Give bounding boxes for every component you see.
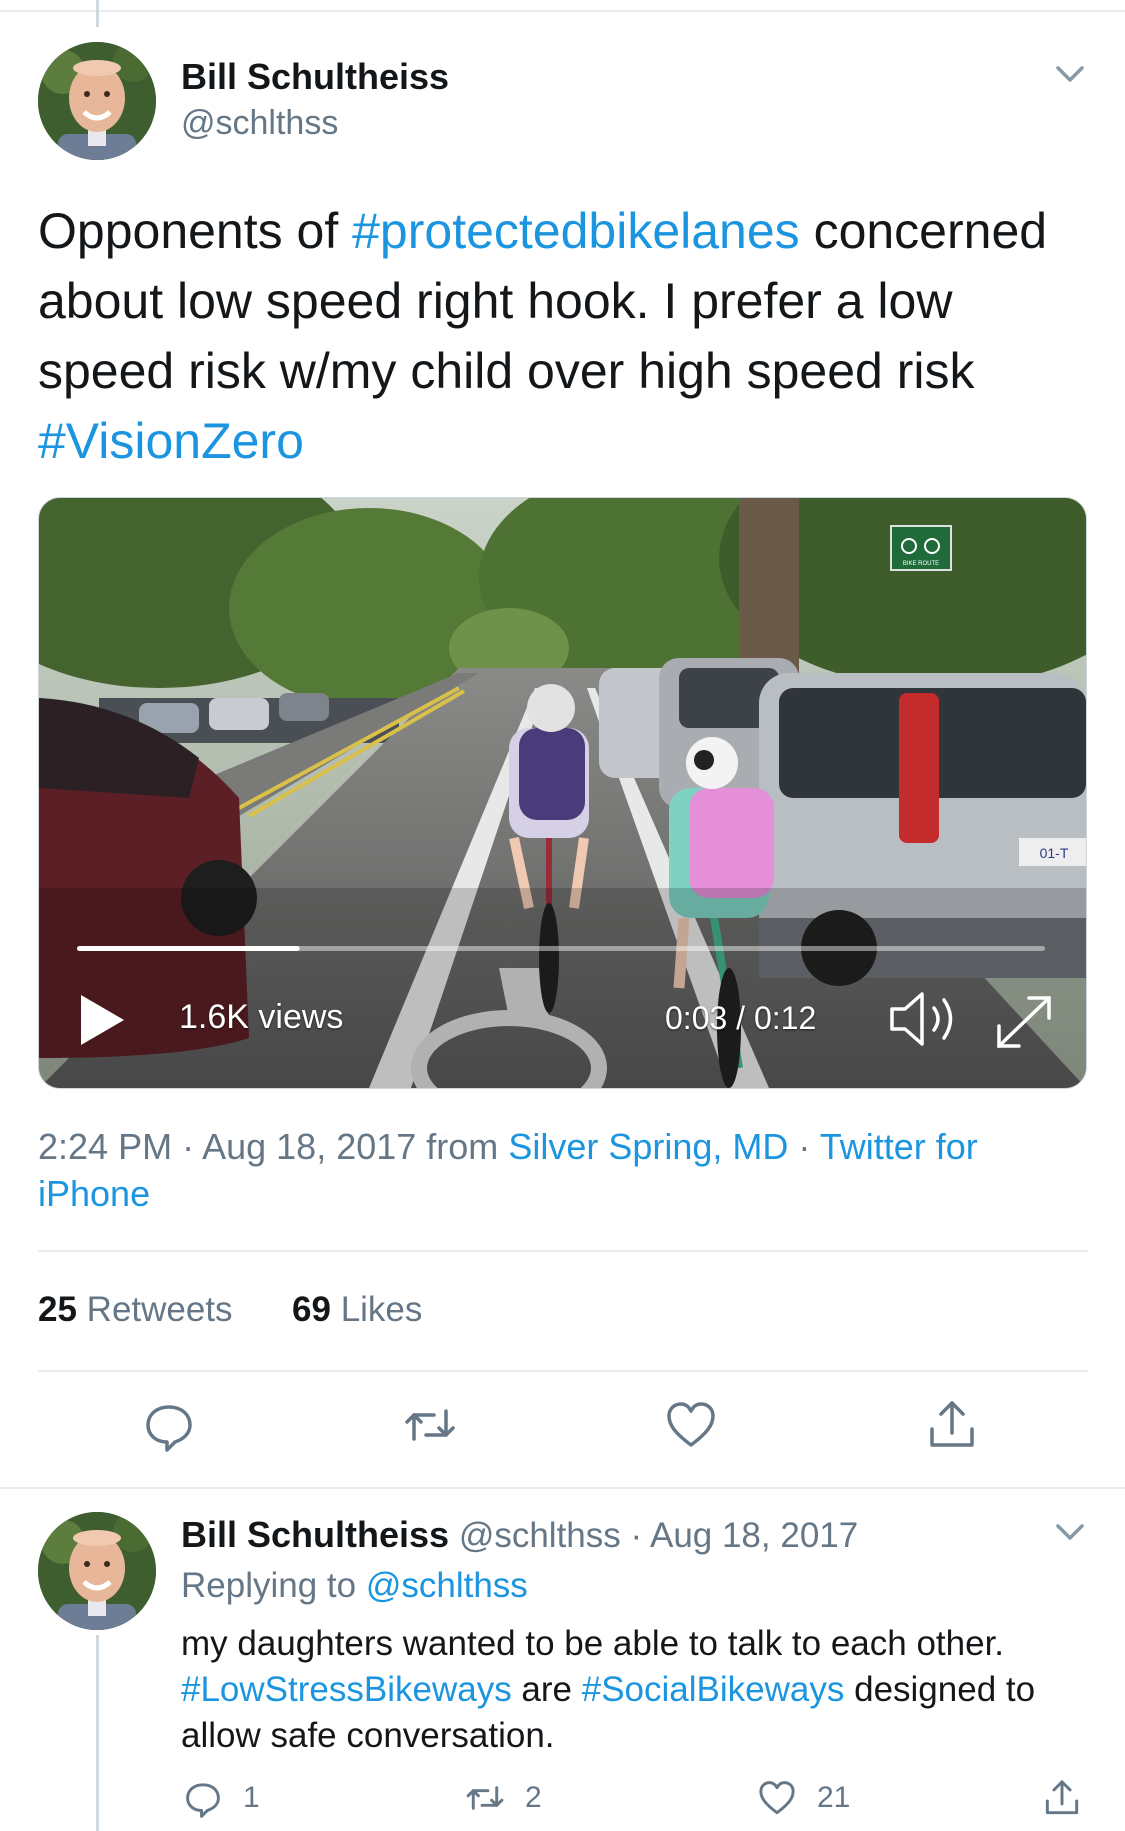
reply-author-handle[interactable]: @schlthss	[459, 1516, 621, 1555]
reply-date[interactable]: Aug 18, 2017	[650, 1516, 858, 1555]
tweet-meta: 2:24 PM · Aug 18, 2017 from Silver Sprin…	[38, 1123, 1088, 1217]
video-time: 0:03 / 0:12	[665, 1000, 817, 1036]
tweet-location-link[interactable]: Silver Spring, MD	[508, 1126, 788, 1167]
retweet-count: 2	[525, 1781, 542, 1814]
reply-icon	[186, 1783, 220, 1818]
hashtag-link[interactable]: #LowStressBikeways	[181, 1670, 512, 1709]
video-views: 1.6K views	[179, 998, 344, 1036]
thread-connector-top	[96, 0, 99, 27]
license-plate-text: 01-T	[1040, 845, 1069, 861]
video-progress-fill	[77, 946, 300, 951]
likes-link[interactable]: 69 Likes	[292, 1290, 422, 1329]
retweets-label: Retweets	[76, 1290, 233, 1329]
video-player[interactable]: BIKE ROUTE 01-T 1.6K views 0:03 / 0:12	[38, 497, 1087, 1089]
retweet-icon[interactable]	[400, 1395, 460, 1455]
tweet-time: 2:24 PM	[38, 1126, 173, 1167]
text-segment: Opponents of	[38, 203, 353, 259]
divider	[38, 1370, 1088, 1372]
text-segment: my daughters wanted to be able to talk t…	[181, 1624, 1005, 1663]
reply-text: my daughters wanted to be able to talk t…	[181, 1621, 1081, 1759]
divider	[0, 1487, 1125, 1489]
share-icon[interactable]	[922, 1395, 982, 1455]
top-divider	[0, 10, 1125, 12]
like-icon[interactable]	[661, 1395, 721, 1455]
reply-chevron-down-icon[interactable]	[1050, 1512, 1090, 1552]
like-count: 21	[817, 1781, 851, 1814]
text-segment: are	[511, 1670, 582, 1709]
reply-reply-button[interactable]: 1	[181, 1776, 260, 1820]
tweet-date: Aug 18, 2017	[202, 1126, 417, 1167]
reply-retweet-button[interactable]: 2	[463, 1776, 542, 1820]
reply-icon[interactable]	[139, 1395, 199, 1455]
reply-like-button[interactable]: 21	[755, 1776, 850, 1820]
author-name[interactable]: Bill Schultheiss	[181, 56, 449, 98]
replying-to: Replying to @schlthss	[181, 1566, 528, 1606]
reply-author-name[interactable]: Bill Schultheiss	[181, 1514, 449, 1555]
replying-handle-link[interactable]: @schlthss	[366, 1566, 528, 1605]
thread-connector	[96, 1635, 99, 1831]
meta-from-label: from	[416, 1126, 509, 1167]
hashtag-link[interactable]: #VisionZero	[38, 413, 304, 469]
likes-label: Likes	[330, 1290, 423, 1329]
hashtag-link[interactable]: #protectedbikelanes	[352, 203, 800, 259]
like-icon	[759, 1781, 795, 1815]
author-avatar[interactable]	[38, 42, 156, 160]
meta-separator: ·	[172, 1126, 203, 1167]
retweets-link[interactable]: 25 Retweets	[38, 1290, 233, 1329]
meta-separator-2: ·	[788, 1126, 820, 1167]
retweets-count: 25	[38, 1290, 77, 1329]
likes-count: 69	[292, 1290, 331, 1329]
engagement-counts: 25 Retweets 69 Likes	[38, 1290, 422, 1330]
chevron-down-icon[interactable]	[1050, 54, 1090, 94]
hashtag-link[interactable]: #SocialBikeways	[582, 1670, 845, 1709]
tweet-text: Opponents of #protectedbikelanes concern…	[38, 196, 1088, 476]
bike-route-sign-text: BIKE ROUTE	[903, 561, 939, 567]
divider	[38, 1250, 1088, 1252]
reply-share-button[interactable]	[1040, 1776, 1084, 1820]
retweet-icon	[466, 1786, 504, 1810]
reply-separator: ·	[620, 1516, 650, 1555]
author-handle[interactable]: @schlthss	[181, 104, 338, 143]
reply-count: 1	[243, 1781, 260, 1814]
reply-author-avatar[interactable]	[38, 1512, 156, 1630]
reply-header: Bill Schultheiss @schlthss · Aug 18, 201…	[181, 1514, 858, 1556]
replying-label: Replying to	[181, 1566, 366, 1605]
share-icon	[1045, 1780, 1079, 1815]
